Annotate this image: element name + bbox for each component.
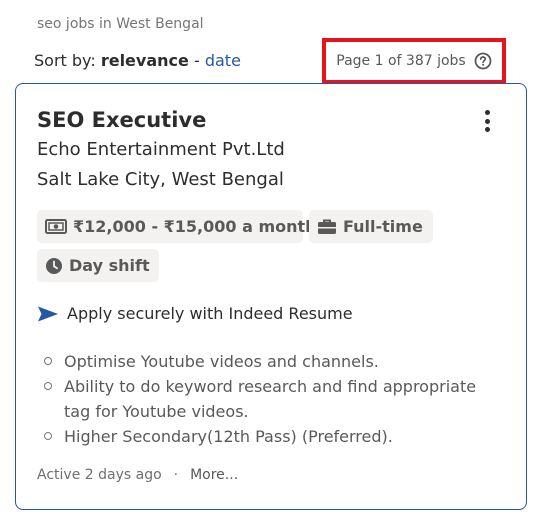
page-count: Page 1 of 387 jobs [336,53,466,69]
snippet-item: Higher Secondary(12th Pass) (Preferred). [44,424,504,449]
company-name: Echo Entertainment Pvt.Ltd [37,139,285,160]
job-snippet: Optimise Youtube videos and channels. Ab… [44,349,504,449]
snippet-item: Optimise Youtube videos and channels. [44,349,504,374]
page-count-highlight: Page 1 of 387 jobs [322,38,506,84]
search-title: seo jobs in West Bengal [37,16,204,32]
more-options-icon[interactable] [478,108,496,134]
shift-text: Day shift [69,256,150,275]
footer-separator: · [173,467,179,483]
clock-icon [46,257,62,274]
send-arrow-icon [38,306,58,321]
sort-by-date-link[interactable]: date [205,51,241,70]
sort-separator: - [193,51,200,70]
question-circle-icon[interactable] [474,52,492,70]
sort-selected-relevance: relevance [100,51,189,70]
job-card[interactable]: SEO Executive Echo Entertainment Pvt.Ltd… [15,83,527,510]
sort-bar: Sort by: relevance - date [34,51,241,70]
apply-text: Apply securely with Indeed Resume [67,304,353,323]
apply-info: Apply securely with Indeed Resume [37,304,353,323]
briefcase-icon [318,219,336,234]
snippet-item: Ability to do keyword research and find … [44,374,504,424]
shift-tag: Day shift [37,249,159,282]
job-type-text: Full-time [343,217,423,236]
sort-label: Sort by: [34,51,96,70]
job-title[interactable]: SEO Executive [37,108,206,132]
posted-date: Active 2 days ago [37,467,162,483]
job-footer: Active 2 days ago · More... [37,467,238,483]
more-link[interactable]: More... [190,467,238,483]
salary-text: ₹12,000 - ₹15,000 a month [73,217,317,236]
job-type-tag: Full-time [309,210,433,243]
salary-tag: ₹12,000 - ₹15,000 a month [37,210,317,243]
job-location: Salt Lake City, West Bengal [37,169,284,190]
money-icon [45,218,67,234]
